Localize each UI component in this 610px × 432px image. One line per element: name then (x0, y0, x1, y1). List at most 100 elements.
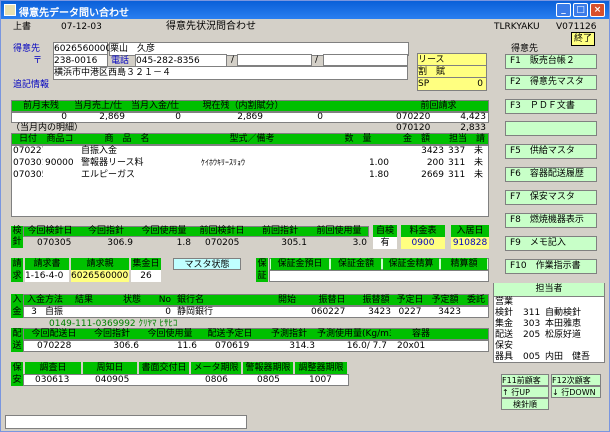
guarantee-header-cell: 精算額 (441, 258, 487, 270)
safety-value: 0805 (257, 375, 280, 385)
delivery-value: 314.3 (289, 341, 315, 351)
minimize-button[interactable]: _ (556, 3, 571, 17)
row-staff: 311 (448, 170, 466, 180)
status-bar (5, 415, 247, 429)
meter-order-button[interactable]: 検針順 (501, 398, 549, 410)
staff-name: 内田 健吾 (545, 352, 591, 362)
row-status: 未 (474, 170, 484, 180)
sp-flag: SP 0 (417, 77, 487, 91)
balance-value: 2,869 (237, 112, 263, 122)
f1-button[interactable]: F1 販売台帳２ (505, 54, 597, 69)
meter-header-cell: 入居日 (451, 225, 489, 237)
row-down-button[interactable]: ↓ 行DOWN (551, 386, 601, 398)
detail-header-cell: 請 (475, 134, 485, 144)
end-button[interactable]: 終了 (571, 32, 596, 46)
f4-button[interactable] (505, 121, 597, 136)
date-label: 07-12-03 (61, 22, 102, 32)
staff-role: 器具 (495, 352, 514, 362)
row-date: 070301 (13, 158, 43, 168)
payment-no: 0 (165, 307, 171, 317)
tel-separator: / (231, 55, 235, 65)
row-model: ｹｲﾎｳｷﾘｰｽﾘｮｳ (201, 158, 245, 167)
payment-header-cell: 予定額 (431, 295, 459, 305)
window-title: 得意先データ問い合わせ (19, 8, 129, 19)
delivery-header-cell: 今回指針 (93, 329, 130, 339)
detail-header-cell: 商品コ (46, 134, 74, 144)
f3-button[interactable]: F3 ＰＤＦ文書 (505, 99, 597, 114)
f6-button[interactable]: F6 容器配送履歴 (505, 167, 597, 182)
staff-code: 205 (523, 330, 541, 340)
row-qty: 1.00 (368, 158, 389, 168)
customer-label: 得意先 (13, 44, 41, 54)
staff-name: 松原好道 (545, 330, 582, 340)
tel-separator-2: / (315, 55, 319, 65)
delivery-header-cell: 予測指針 (270, 329, 307, 339)
f2-button[interactable]: F2 得意先マスタ (505, 75, 597, 90)
meter-value: 070305 (37, 238, 72, 248)
safety-value: 0806 (205, 375, 228, 385)
delivery-header-cell: 今回使用量 (147, 329, 193, 339)
row-amount: 2669 (421, 170, 444, 180)
payment-header-cell: 開始 (277, 295, 296, 305)
detail-header-cell: 商 品 名 (104, 134, 150, 144)
f10-button[interactable]: F10 作業指示書 (505, 259, 597, 274)
payment-method-name: 自振 (45, 307, 64, 317)
row-name: 自振入金 (81, 146, 118, 156)
maximize-button[interactable]: □ (573, 3, 588, 17)
f5-button[interactable]: F5 供給マスタ (505, 144, 597, 159)
meter-side-label: 検針 (11, 226, 23, 248)
auto-meter-flag: 有 (373, 237, 397, 249)
scheduled-amount: 3423 (438, 307, 461, 317)
safety-header-cell: 書面交付日 (139, 362, 189, 374)
payment-header-cell: 結果 (75, 295, 94, 305)
row-amount: 3423 (421, 146, 444, 156)
close-button[interactable]: × (590, 3, 605, 17)
detail-header-cell: 担当 (448, 134, 467, 144)
scheduled-date: 0227 (398, 307, 422, 317)
f9-button[interactable]: F9 メモ記入 (505, 236, 597, 251)
prev-customer-button[interactable]: F11前顧客 (501, 374, 549, 386)
row-name: エルピーガス (81, 170, 136, 180)
transfer-amount: 3423 (368, 307, 391, 317)
payment-header-cell: 状態 (122, 295, 141, 305)
delivery-value: 306.6 (113, 341, 139, 351)
row-up-button[interactable]: ↑ 行UP (501, 386, 549, 398)
program-id: TLRKYAKU (494, 22, 540, 32)
row-status: 未 (474, 158, 484, 168)
tel2-field[interactable] (237, 54, 312, 66)
payment-header-cell: No (158, 295, 171, 305)
delivery-value: 20x01 (397, 341, 426, 351)
meter-header-cell: 今回指針 (87, 226, 124, 236)
collection-day: 26 (131, 270, 161, 282)
meter-header-cell: 自検 (373, 225, 397, 237)
app-icon (4, 4, 16, 16)
detail-header-cell: 型式／備考 (229, 134, 275, 144)
safety-value: 030613 (35, 375, 70, 385)
extra-info-label: 追記情報 (13, 80, 50, 90)
meter-value: 305.1 (281, 238, 307, 248)
next-customer-button[interactable]: F12次顧客 (551, 374, 601, 386)
tel3-field[interactable] (323, 54, 408, 66)
billing-parent: 6026560000 (71, 270, 129, 282)
guarantee-header-cell: 保証金預日 (271, 258, 329, 270)
address-field[interactable]: 横浜市中港区西島３２１－４ (53, 66, 408, 80)
delivery-header-cell: 予測使用量(Kg/m3) (317, 329, 391, 339)
f7-button[interactable]: F7 保安マスタ (505, 190, 597, 205)
detail-header-cell: 日付 (18, 134, 37, 144)
row-date: 070227 (13, 146, 43, 156)
delivery-value: 16.0/ 7.7 (346, 341, 387, 351)
master-state-button[interactable]: マスタ状態 (173, 258, 241, 270)
detail-header-cell: 金 額 (402, 134, 430, 144)
safety-header-cell: 調整器期限 (295, 362, 347, 374)
payment-header-cell: 振替日 (318, 295, 346, 305)
row-name: 警報器リース料 (81, 158, 144, 168)
billing-header-cell: 請求書 (25, 258, 69, 270)
staff-title: 担当者 (494, 283, 604, 295)
payment-header-cell: 予定日 (396, 295, 424, 305)
f8-button[interactable]: F8 燃焼機器表示 (505, 213, 597, 228)
move-in-date: 910828 (451, 237, 489, 249)
delivery-value: 070228 (37, 341, 72, 351)
rate-table[interactable]: 0900 (401, 237, 445, 249)
guarantee-side-label: 保証 (256, 258, 268, 282)
row-staff: 311 (448, 158, 466, 168)
